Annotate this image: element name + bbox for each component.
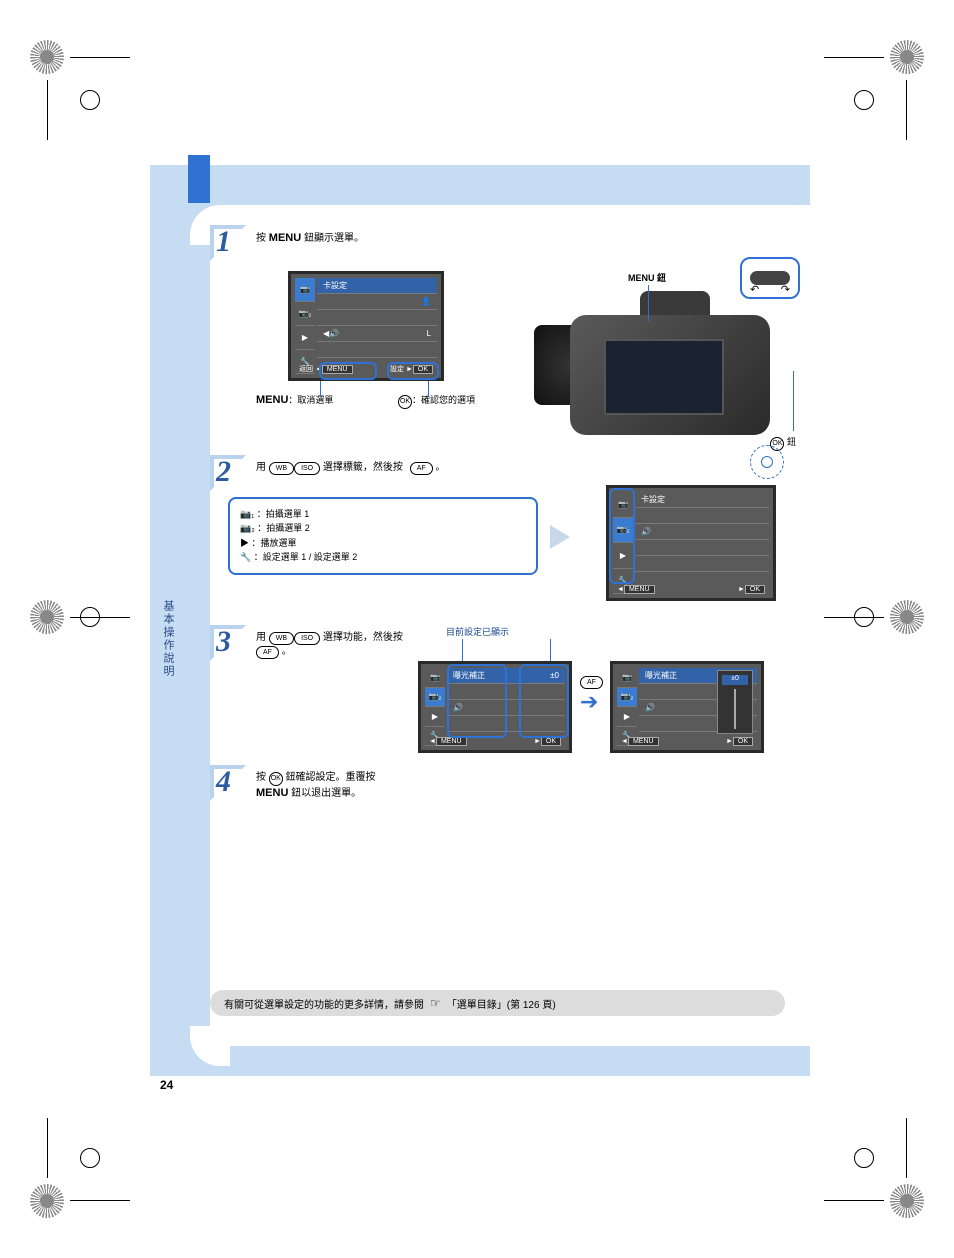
step-4-heading: 4 按 OK 鈕確認設定。重覆按 MENU 鈕以退出選單。 [210,765,810,805]
dial-callout [740,257,800,299]
section-marker [188,155,210,203]
highlight-ring-func [447,664,507,738]
crop-mark-mr [824,600,924,700]
lcd-row [317,310,437,326]
crop-mark-tl [30,40,130,140]
pointer-hand-icon: ☞ [430,996,441,1010]
af-button-icon: AF [256,646,279,659]
lcd-row: 卡設定 [317,278,437,294]
iso-button-icon: ISO [294,632,320,645]
footer-text: 有關可從選單設定的功能的更多詳情，請參閱 [224,996,424,1011]
lcd-row: 🔊 [635,524,769,540]
lcd-screen-step1: 📷 📷₂ ▶ 🔧 卡設定 👤 ◀🔊L 返回 ◄MENU 設定 ►OK [288,271,444,381]
lcd-row [635,556,769,572]
wb-button-icon: WB [269,632,294,645]
page-frame-top [150,165,810,205]
ok-icon: OK [398,395,412,409]
step-1-heading: 1 按 MENU 鈕顯示選單。 [210,225,810,265]
lcd-row [317,342,437,358]
exposure-slider: ±0 [717,670,753,734]
crop-mark-ml [30,600,130,700]
af-between-icon: AF [580,671,603,689]
dial-icon [750,271,790,285]
lcd-tab-1: 📷 [295,278,315,302]
side-tab-label: 基本操作說明 [160,600,176,678]
highlight-ring-ok [387,362,439,380]
page-frame-side [150,165,210,1075]
legend-row: 📷₂ ：拍攝選單 2 [240,521,526,535]
caption-menu: MENU：取消選單 [256,393,333,406]
legend-row: 📷₁ ：拍攝選單 1 [240,507,526,521]
legend-row: 🔧 ：設定選單 1 / 設定選單 2 [240,550,526,564]
highlight-ring-menu [319,362,377,380]
crop-mark-br [824,1118,924,1218]
page-number: 24 [160,1078,173,1092]
caption-ok: OK：確認您的選項 [398,393,475,409]
af-button-icon: AF [410,462,433,475]
ok-icon: OK [269,772,283,786]
pointer-triangle-icon [550,525,570,549]
page-frame-bottom [150,1046,810,1076]
lcd-tab-3: ▶ [295,326,315,350]
crop-mark-tr [824,40,924,140]
footer-link: 「選單目錄」(第 126 頁) [447,996,556,1011]
highlight-ring-value [519,664,569,738]
highlight-ring-tabs [609,488,635,584]
step-3-heading: 3 用 WBISO 選擇功能，然後按 AF 。 [210,625,810,665]
lcd-screen-step2: 📷 📷₂ ▶ 🔧 卡設定 🔊 ◄MENU►OK [606,485,776,601]
lcd-screen-step3-right: 📷📷₂▶🔧 曝光補正 🔊 ±0 ◄MENU►OK [610,661,764,753]
tab-legend-box: 📷₁ ：拍攝選單 1 📷₂ ：拍攝選單 2 ▶ ：播放選單 🔧 ：設定選單 1 … [228,497,538,575]
crop-mark-bl [30,1118,130,1218]
footer-reference-bar: 有關可從選單設定的功能的更多詳情，請參閱 ☞ 「選單目錄」(第 126 頁) [210,990,785,1016]
arrow-right-icon: ➔ [580,689,598,715]
camera-illustration: MENU 鈕 OK 鈕 [530,265,810,465]
camera-lcd-icon [604,339,724,415]
lcd-tab-2: 📷₂ [295,302,315,326]
lcd-row: 👤 [317,294,437,310]
lcd-row: ◀🔊L [317,326,437,342]
menu-text: MENU [269,232,301,244]
page-frame-corner-bottom [190,1026,230,1066]
lcd-row [635,508,769,524]
lcd-row: 卡設定 [635,492,769,508]
lcd-row [635,540,769,556]
camera-menu-label: MENU 鈕 [628,271,666,284]
legend-row: ▶ ：播放選單 [240,536,526,550]
lcd-screen-step3-left: 📷📷₂▶🔧 曝光補正±0 🔊 ◄MENU►OK [418,661,572,753]
callout-current-setting: 目前設定已顯示 [446,625,509,638]
wb-button-icon: WB [269,462,294,475]
iso-button-icon: ISO [294,462,320,475]
